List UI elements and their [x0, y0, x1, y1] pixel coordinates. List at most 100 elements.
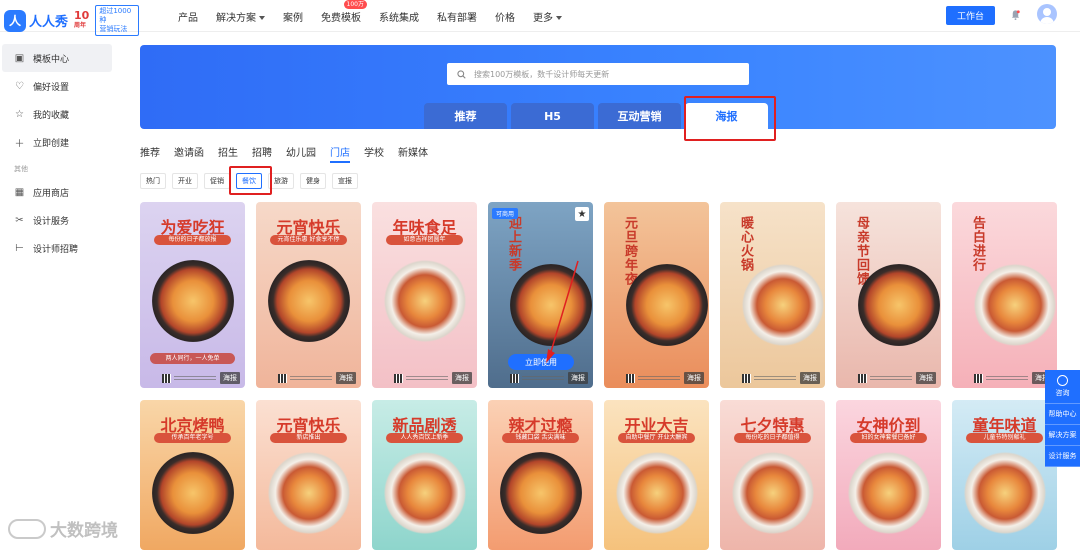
template-card[interactable]: 元宵快乐 新店推出 — [256, 400, 361, 550]
nav-item-2[interactable]: 案例 — [283, 9, 303, 24]
nav-item-label: 更多 — [533, 12, 553, 24]
site-logo[interactable]: 人 人人秀 10 周年 超过1000种 营销玩法 — [4, 5, 140, 36]
category-tab-2[interactable]: 互动营销 — [598, 103, 681, 129]
template-card[interactable]: 年味食足 如意吉祥团圆年 海报 — [372, 202, 477, 388]
marketing-badge-line2: 营销玩法 — [99, 25, 128, 33]
nav-item-label: 解决方案 — [216, 12, 256, 24]
main-nav: 产品 解决方案 案例 免费模板 100万 系统集成 私有部署 价格 更多 — [178, 0, 580, 32]
floating-tool-2[interactable]: 解决方案 — [1045, 425, 1080, 446]
floating-tool-1[interactable]: 帮助中心 — [1045, 404, 1080, 425]
template-card[interactable]: 七夕特惠 每份吃的日子都值得 — [720, 400, 825, 550]
watermark: 大数跨境 — [8, 516, 118, 541]
template-card[interactable]: 元宵快乐 元宵佳乐惠 好食享不停 海报 — [256, 202, 361, 388]
nav-item-4[interactable]: 系统集成 — [379, 9, 419, 24]
template-card[interactable]: 为爱吃狂 每份的日子都放报 两人同行，一人免单 海报 — [140, 202, 245, 388]
favorite-star-icon[interactable]: ★ — [575, 207, 589, 221]
nav-item-3[interactable]: 免费模板 100万 — [321, 0, 367, 24]
template-card[interactable]: 童年味道 儿童节特别献礼 — [952, 400, 1057, 550]
card-footer-text — [290, 376, 332, 382]
star-icon: ☆ — [15, 108, 24, 120]
template-card[interactable]: 母亲节回馈 海报 — [836, 202, 941, 388]
nav-item-label: 产品 — [178, 12, 198, 24]
card-tagline: 两人同行，一人免单 — [150, 353, 235, 364]
annotation-arrow-icon — [546, 260, 579, 363]
anniversary-number: 10 — [74, 8, 90, 22]
sub-tab-0[interactable]: 推荐 — [140, 144, 160, 159]
marketing-badge: 超过1000种 营销玩法 — [95, 5, 140, 36]
sub-tab-2[interactable]: 招生 — [218, 144, 238, 159]
poster-type-badge: 海报 — [220, 372, 240, 384]
card-subtitle: 传承百年老字号 — [154, 433, 231, 443]
sub-tab-7[interactable]: 新媒体 — [398, 144, 428, 159]
food-image — [500, 452, 582, 534]
sub-tabs: 推荐 邀请函 招生 招聘 幼儿园 门店 学校 新媒体 — [140, 144, 442, 163]
filter-chip-0[interactable]: 热门 — [140, 173, 166, 189]
card-footer-text — [754, 376, 796, 382]
template-card[interactable]: 女神价到 妇的女神套餐已备好 — [836, 400, 941, 550]
filter-chip-5[interactable]: 健身 — [300, 173, 326, 189]
template-card[interactable]: 北京烤鸭 传承百年老字号 — [140, 400, 245, 550]
floating-tool-0[interactable]: 咨询 — [1045, 370, 1080, 404]
qr-code — [626, 374, 635, 383]
nav-item-7[interactable]: 更多 — [533, 9, 562, 24]
workbench-button[interactable]: 工作台 — [946, 6, 995, 25]
template-card[interactable]: 暖心火锅 海报 — [720, 202, 825, 388]
watermark-logo-icon — [8, 518, 46, 539]
highlight-box-poster-tab — [684, 96, 776, 141]
sidebar-item-label: 设计师招聘 — [33, 244, 79, 255]
left-sidebar: ▣ 模板中心 ♡ 偏好设置 ☆ 我的收藏 ＋ 立即创建其他 ▦ 应用商店 ✂ 设计服务 ⊢ 设计师招聘 — [0, 44, 112, 262]
sidebar-item-label: 设计服务 — [33, 216, 70, 227]
category-tab-0[interactable]: 推荐 — [424, 103, 507, 129]
qr-code — [278, 374, 287, 383]
template-card[interactable]: 开业大吉 自助中餐厅 开业大酬宾 — [604, 400, 709, 550]
food-image — [974, 264, 1056, 346]
sidebar-other-item-1[interactable]: ✂ 设计服务 — [2, 206, 112, 234]
sub-tab-5[interactable]: 门店 — [330, 144, 350, 163]
card-footer-text — [406, 376, 448, 382]
template-card[interactable]: 告白进行 海报 — [952, 202, 1057, 388]
nav-item-label: 系统集成 — [379, 12, 419, 24]
floating-tool-3[interactable]: 设计服务 — [1045, 446, 1080, 467]
filter-chip-2[interactable]: 促销 — [204, 173, 230, 189]
nav-item-5[interactable]: 私有部署 — [437, 9, 477, 24]
nav-item-1[interactable]: 解决方案 — [216, 9, 265, 24]
sidebar-other-item-0[interactable]: ▦ 应用商店 — [2, 178, 112, 206]
template-card[interactable]: 元旦跨年夜 海报 — [604, 202, 709, 388]
template-card[interactable]: 新品剧透 人人秀百饮上新季 — [372, 400, 477, 550]
sidebar-item-label: 模板中心 — [33, 54, 70, 65]
poster-type-badge: 海报 — [568, 372, 588, 384]
sidebar-other-item-2[interactable]: ⊢ 设计师招聘 — [2, 234, 112, 262]
user-avatar[interactable] — [1037, 4, 1057, 24]
search-input[interactable]: 搜索100万模板，数千设计师每天更新 — [447, 63, 749, 85]
card-footer-text — [986, 376, 1028, 382]
sidebar-item-0[interactable]: ▣ 模板中心 — [2, 44, 112, 72]
template-card[interactable]: 辣才过瘾 钱藏口袋 舌尖满味 — [488, 400, 593, 550]
sidebar-item-1[interactable]: ♡ 偏好设置 — [2, 72, 112, 100]
card-footer-text — [638, 376, 680, 382]
chevron-down-icon — [556, 15, 562, 20]
sub-tab-4[interactable]: 幼儿园 — [286, 144, 316, 159]
sidebar-item-2[interactable]: ☆ 我的收藏 — [2, 100, 112, 128]
category-tab-1[interactable]: H5 — [511, 103, 594, 129]
card-subtitle: 每份吃的日子都值得 — [734, 433, 811, 443]
highlight-box-catering-chip — [229, 166, 272, 195]
nav-item-6[interactable]: 价格 — [495, 9, 515, 24]
filter-chip-6[interactable]: 宣报 — [332, 173, 358, 189]
sub-tab-3[interactable]: 招聘 — [252, 144, 272, 159]
sub-tab-6[interactable]: 学校 — [364, 144, 384, 159]
poster-type-badge: 海报 — [916, 372, 936, 384]
floating-tool-label: 解决方案 — [1048, 431, 1077, 439]
food-image — [268, 260, 350, 342]
floating-tool-label: 设计服务 — [1048, 452, 1077, 460]
nav-item-0[interactable]: 产品 — [178, 9, 198, 24]
qr-code — [742, 374, 751, 383]
filter-chip-1[interactable]: 开业 — [172, 173, 198, 189]
design-service-icon: ✂ — [15, 214, 24, 226]
sidebar-item-label: 立即创建 — [33, 138, 70, 149]
card-title: 告白进行 — [970, 216, 985, 272]
nav-item-label: 私有部署 — [437, 12, 477, 24]
sidebar-item-3[interactable]: ＋ 立即创建 — [2, 128, 112, 156]
sidebar-section-label: 其他 — [14, 165, 28, 173]
bell-icon[interactable] — [1010, 9, 1021, 21]
sub-tab-1[interactable]: 邀请函 — [174, 144, 204, 159]
